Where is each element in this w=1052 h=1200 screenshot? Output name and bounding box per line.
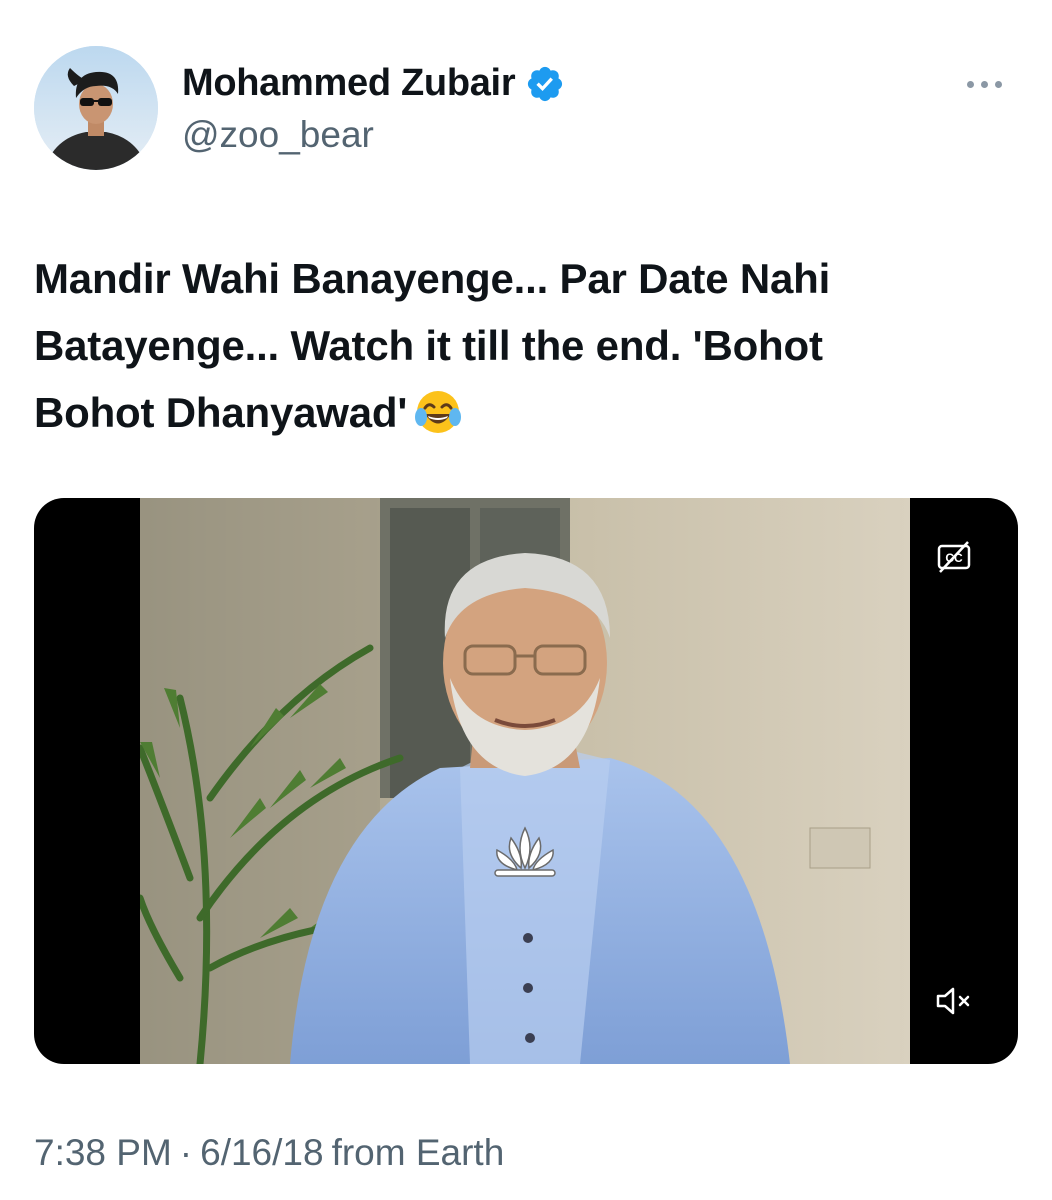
speaker-muted-icon (936, 987, 970, 1015)
mute-toggle-button[interactable] (934, 984, 976, 1018)
tweet-card: Mohammed Zubair @zoo_bear Mandir Wahi Ba… (0, 0, 1052, 1200)
author-handle[interactable]: @zoo_bear (182, 114, 374, 156)
tweet-date[interactable]: 6/16/18 (200, 1132, 323, 1174)
tweet-meta: 7:38 PM · 6/16/18 from Earth (34, 1132, 504, 1174)
video-thumbnail (140, 498, 910, 1064)
verified-badge-icon (525, 64, 565, 104)
avatar-image (34, 46, 158, 170)
tweet-text-line: Batayenge... Watch it till the end. 'Boh… (34, 322, 823, 369)
video-player[interactable]: CC (34, 498, 1018, 1064)
captions-button[interactable]: CC (936, 540, 972, 574)
tweet-text: Mandir Wahi Banayenge... Par Date Nahi B… (34, 245, 1014, 446)
tweet-text-line: Mandir Wahi Banayenge... Par Date Nahi (34, 255, 831, 302)
more-dot-icon (980, 80, 988, 88)
cc-icon: CC (937, 541, 971, 573)
face-with-tears-of-joy-icon (413, 387, 463, 437)
tweet-text-segment: Bohot Dhanyawad' (34, 389, 408, 436)
tweet-time[interactable]: 7:38 PM (34, 1132, 172, 1174)
avatar[interactable] (34, 46, 158, 170)
tweet-text-line: Bohot Dhanyawad' (34, 379, 1014, 446)
tweet-source: from Earth (331, 1132, 505, 1173)
more-dot-icon (994, 80, 1002, 88)
more-dot-icon (966, 80, 974, 88)
author-name-row: Mohammed Zubair (182, 62, 565, 105)
more-options-button[interactable] (956, 64, 1012, 104)
author-display-name[interactable]: Mohammed Zubair (182, 62, 516, 105)
meta-separator: · (179, 1132, 193, 1173)
